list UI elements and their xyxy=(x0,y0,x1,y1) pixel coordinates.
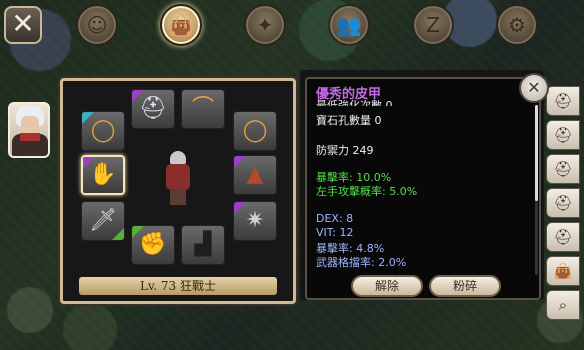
helmet-icon: ⛑ xyxy=(139,96,167,121)
close-button[interactable]: ✕ xyxy=(4,6,42,44)
portrait-face xyxy=(21,116,39,134)
armor-icon: ▲ xyxy=(246,162,264,187)
tab-inventory[interactable]: 👜 xyxy=(160,4,202,46)
party-icon: 👥 xyxy=(336,13,362,37)
gloves-icon: ✋ xyxy=(89,162,117,187)
side-tab-helmet[interactable]: ⛑ xyxy=(546,120,580,150)
slot-ring-left[interactable]: ◯ xyxy=(81,111,125,151)
tab-character[interactable]: ☺ xyxy=(76,4,118,46)
slot-boots[interactable]: ▟ xyxy=(181,225,225,265)
destroy-button[interactable]: 粉碎 xyxy=(429,275,501,297)
boots-icon: ▟ xyxy=(194,232,212,257)
search-icon: ⌕ xyxy=(558,296,568,314)
item-stat-line: 最低強化次數 0 xyxy=(316,100,393,106)
slot-bracer[interactable]: ✊ xyxy=(131,225,175,265)
helmet-icon: ⛑ xyxy=(553,160,573,178)
item-blue-stat: DEX: 8 xyxy=(316,212,354,225)
unequip-button[interactable]: 解除 xyxy=(351,275,423,297)
popup-close-button[interactable]: ✕ xyxy=(519,73,549,103)
item-defense-line: 防禦力 249 xyxy=(316,144,374,157)
slot-gloves[interactable]: ✋ xyxy=(81,155,125,195)
tab-skills[interactable]: ✦ xyxy=(244,4,286,46)
item-blue-stat: 武器格擋率: 2.0% xyxy=(316,256,407,269)
side-tab-helmet[interactable]: ⛑ xyxy=(546,222,580,252)
helmet-icon: ⛑ xyxy=(553,228,573,246)
bracer-icon: ✊ xyxy=(139,232,167,257)
portrait-scarf xyxy=(20,133,40,141)
necklace-icon: ⌒ xyxy=(191,96,215,121)
slot-helmet[interactable]: ⛑ xyxy=(131,89,175,129)
gear-icon: ⚙ xyxy=(508,13,526,37)
item-detail-popup: 優秀的皮甲 最低強化次數 0 寶石孔數量 0 防禦力 249 暴擊率: 10.0… xyxy=(305,77,541,300)
helmet-icon: ⛑ xyxy=(553,126,573,144)
close-icon: ✕ xyxy=(527,78,541,97)
detail-scrollbar[interactable] xyxy=(535,105,538,275)
head-icon: ☺ xyxy=(86,13,108,37)
side-tab-bag[interactable]: 👜 xyxy=(546,256,580,286)
ring-icon: ◯ xyxy=(242,118,268,143)
character-portrait[interactable] xyxy=(8,102,50,158)
item-green-stat: 左手攻擊概率: 5.0% xyxy=(316,185,418,198)
hero-legs xyxy=(170,189,186,205)
item-blue-stat: VIT: 12 xyxy=(316,226,354,239)
side-tab-helmet[interactable]: ⛑ xyxy=(546,154,580,184)
ring-icon: ◯ xyxy=(90,118,116,143)
item-socket-line: 寶石孔數量 0 xyxy=(316,114,382,127)
scrollbar-thumb[interactable] xyxy=(535,105,538,201)
equipment-panel: ⛑ ⌒ ◯ ◯ ✋ ▲ 🗡 ✊ ▟ ✷ Lv. 73 狂戰士 xyxy=(60,78,296,304)
slot-armor[interactable]: ▲ xyxy=(233,155,277,195)
scroll-icon: Z xyxy=(426,13,440,37)
tab-party[interactable]: 👥 xyxy=(328,4,370,46)
side-tab-search[interactable]: ⌕ xyxy=(546,290,580,320)
slot-necklace[interactable]: ⌒ xyxy=(181,89,225,129)
tab-quest[interactable]: Z xyxy=(412,4,454,46)
bag-icon: 👜 xyxy=(553,262,573,280)
rarity-marker xyxy=(234,156,246,168)
helmet-icon: ⛑ xyxy=(553,194,573,212)
mace-icon: ✷ xyxy=(245,208,265,233)
rarity-marker xyxy=(112,228,124,240)
tab-settings[interactable]: ⚙ xyxy=(496,4,538,46)
bag-icon: 👜 xyxy=(168,13,194,37)
hero-helmet xyxy=(170,151,186,165)
side-tab-helmet[interactable]: ⛑ xyxy=(546,86,580,116)
slot-mace[interactable]: ✷ xyxy=(233,201,277,241)
hero-body xyxy=(166,164,190,190)
slot-weapon[interactable]: 🗡 xyxy=(81,201,125,241)
skill-icon: ✦ xyxy=(256,13,274,37)
helmet-icon: ⛑ xyxy=(553,92,573,110)
rarity-marker xyxy=(234,202,246,214)
slot-ring-right[interactable]: ◯ xyxy=(233,111,277,151)
side-tab-helmet[interactable]: ⛑ xyxy=(546,188,580,218)
level-class-label: Lv. 73 狂戰士 xyxy=(79,277,277,295)
character-model xyxy=(163,151,193,207)
